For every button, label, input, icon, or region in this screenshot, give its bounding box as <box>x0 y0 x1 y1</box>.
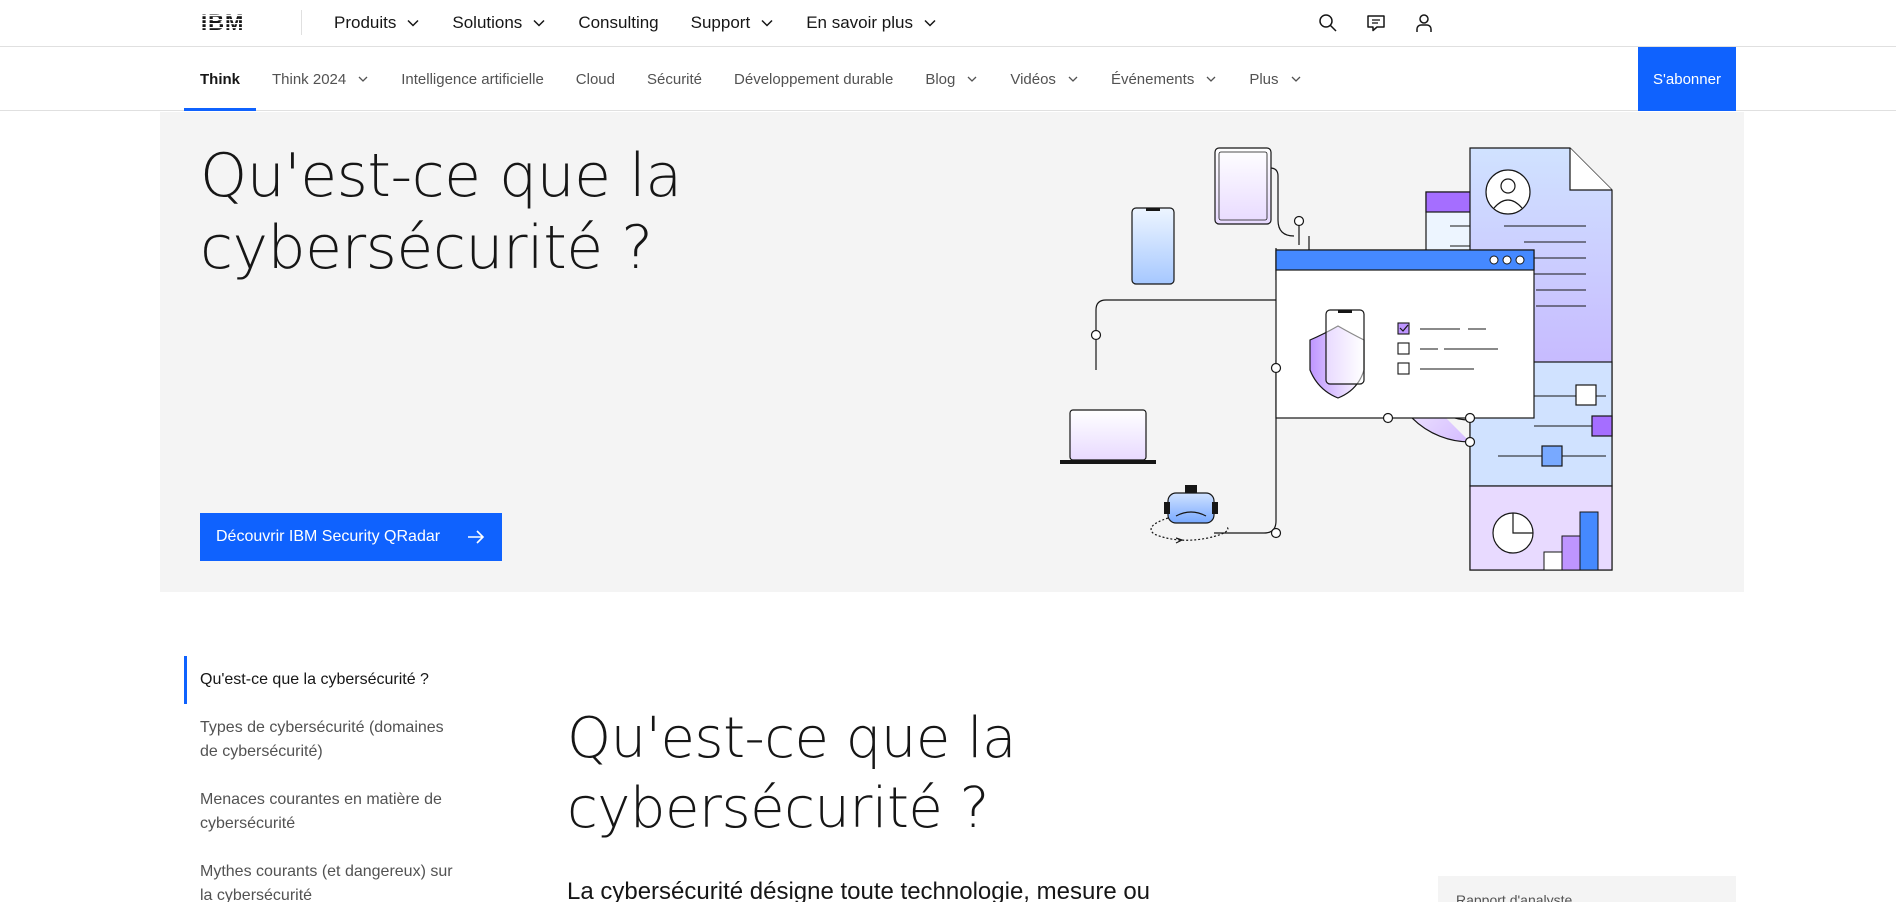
subscribe-button[interactable]: S'abonner <box>1638 47 1736 111</box>
subnav-item-developpement-durable[interactable]: Développement durable <box>718 47 909 111</box>
search-button[interactable] <box>1304 0 1352 46</box>
subnav-item-label: Blog <box>925 70 956 88</box>
contact-button[interactable] <box>1352 0 1400 46</box>
toc-item[interactable]: Menaces courantes en matière de cyberséc… <box>184 776 474 848</box>
masthead-item-consulting[interactable]: Consulting <box>562 0 674 46</box>
toc-item[interactable]: Types de cybersécurité (domaines de cybe… <box>184 704 474 776</box>
subnav-item-think[interactable]: Think <box>184 47 256 111</box>
subnav-item-evenements[interactable]: Événements <box>1095 47 1233 111</box>
chevron-down-icon <box>407 19 419 27</box>
masthead-actions <box>1304 0 1896 46</box>
subnav-item-securite[interactable]: Sécurité <box>631 47 718 111</box>
profile-button[interactable] <box>1400 0 1448 46</box>
subnav-item-label: Événements <box>1110 70 1195 88</box>
subnav-item-label: Vidéos <box>1010 70 1056 88</box>
user-icon <box>1416 14 1432 32</box>
subnav-item-label: Cloud <box>575 70 615 88</box>
masthead-item-label: Solutions <box>452 13 523 32</box>
subnav-item-label: Think 2024 <box>272 70 347 88</box>
secondary-nav: Think Think 2024 Intelligence artificiel… <box>0 47 1896 111</box>
analyst-report-label: Rapport d'analyste <box>1456 892 1573 902</box>
masthead: IBM Produits Solutions Consulting Suppor… <box>0 0 1896 47</box>
lead-paragraph: La cybersécurité désigne toute technolog… <box>567 878 1151 902</box>
subnav-item-videos[interactable]: Vidéos <box>994 47 1095 111</box>
chevron-down-icon <box>1291 76 1300 82</box>
masthead-item-label: Support <box>690 13 751 32</box>
subnav-item-label: Intelligence artificielle <box>401 70 544 88</box>
search-icon <box>1319 14 1337 32</box>
ibm-logo[interactable]: IBM <box>201 10 259 34</box>
chevron-down-icon <box>761 19 773 27</box>
toc-item[interactable]: Mythes courants (et dangereux) sur la cy… <box>184 848 474 902</box>
masthead-item-label: Produits <box>334 13 397 32</box>
subnav-item-think-2024[interactable]: Think 2024 <box>256 47 385 111</box>
toc-item[interactable]: Qu'est-ce que la cybersécurité ? <box>184 656 474 704</box>
masthead-item-label: Consulting <box>578 13 659 32</box>
secondary-nav-list: Think Think 2024 Intelligence artificiel… <box>184 47 1318 111</box>
cybersecurity-illustration <box>1060 147 1613 571</box>
table-of-contents: Qu'est-ce que la cybersécurité ? Types d… <box>184 656 474 902</box>
chevron-down-icon <box>1206 76 1216 82</box>
svg-text:IBM: IBM <box>201 10 244 34</box>
subnav-item-blog[interactable]: Blog <box>909 47 994 111</box>
masthead-nav: Produits Solutions Consulting Support En… <box>318 0 953 46</box>
arrow-right-icon <box>468 530 485 544</box>
subnav-item-label: Think <box>200 70 240 88</box>
masthead-item-en-savoir-plus[interactable]: En savoir plus <box>790 0 953 46</box>
masthead-item-produits[interactable]: Produits <box>318 0 436 46</box>
subnav-item-plus[interactable]: Plus <box>1233 47 1317 111</box>
chevron-down-icon <box>358 76 368 82</box>
cta-label: Découvrir IBM Security QRadar <box>216 528 441 545</box>
cta-qradar-button[interactable]: Découvrir IBM Security QRadar <box>200 513 502 561</box>
subnav-item-intelligence-artificielle[interactable]: Intelligence artificielle <box>385 47 560 111</box>
chevron-down-icon <box>967 76 977 82</box>
chevron-down-icon <box>1068 76 1078 82</box>
masthead-item-solutions[interactable]: Solutions <box>436 0 562 46</box>
subnav-item-label: Sécurité <box>647 70 703 88</box>
hero: Qu'est-ce que la cybersécurité ? Découvr… <box>160 112 1744 592</box>
hero-title: Qu'est-ce que la cybersécurité ? <box>200 141 682 283</box>
subnav-item-label: Plus <box>1249 70 1279 88</box>
chevron-down-icon <box>924 19 936 27</box>
analyst-report-card[interactable]: Rapport d'analyste <box>1438 876 1736 902</box>
masthead-item-label: En savoir plus <box>806 13 913 32</box>
section-title: Qu'est-ce que la cybersécurité ? <box>567 706 1016 841</box>
subnav-item-label: Développement durable <box>734 70 894 88</box>
masthead-item-support[interactable]: Support <box>675 0 791 46</box>
chevron-down-icon <box>533 19 545 27</box>
chat-icon <box>1367 15 1385 32</box>
masthead-divider <box>301 10 302 35</box>
subnav-item-cloud[interactable]: Cloud <box>560 47 631 111</box>
